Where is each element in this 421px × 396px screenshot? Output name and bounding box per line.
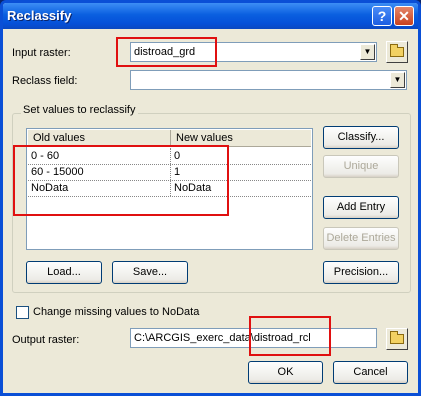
load-button[interactable]: Load...	[26, 261, 102, 284]
column-new-values[interactable]: New values	[176, 132, 233, 144]
chevron-down-icon[interactable]: ▼	[390, 72, 405, 88]
chevron-down-icon[interactable]: ▼	[360, 44, 375, 60]
reclassify-dialog: Reclassify ? ✕ Input raster: distroad_gr…	[0, 0, 421, 396]
unique-button[interactable]: Unique	[323, 155, 399, 178]
group-label: Set values to reclassify	[21, 104, 138, 116]
folder-icon	[390, 331, 404, 344]
input-raster-highlight-box	[116, 37, 217, 67]
change-missing-label[interactable]: Change missing values to NoData	[33, 306, 199, 318]
table-highlight-box	[13, 145, 229, 216]
reclass-field-label: Reclass field:	[12, 75, 78, 87]
reclass-field-dropdown[interactable]: ▼	[130, 70, 407, 90]
folder-icon	[390, 44, 404, 57]
output-raster-browse-button[interactable]	[386, 328, 408, 350]
save-button[interactable]: Save...	[112, 261, 188, 284]
input-raster-label: Input raster:	[12, 47, 71, 59]
title-bar[interactable]: Reclassify ? ✕	[3, 3, 418, 29]
close-button[interactable]: ✕	[394, 6, 414, 26]
ok-button[interactable]: OK	[248, 361, 323, 384]
column-old-values[interactable]: Old values	[33, 132, 85, 144]
output-raster-label: Output raster:	[12, 334, 80, 346]
change-missing-checkbox[interactable]	[16, 306, 29, 319]
add-entry-button[interactable]: Add Entry	[323, 196, 399, 219]
precision-button[interactable]: Precision...	[323, 261, 399, 284]
classify-button[interactable]: Classify...	[323, 126, 399, 149]
close-icon: ✕	[398, 8, 410, 24]
delete-entries-button[interactable]: Delete Entries	[323, 227, 399, 250]
window-title: Reclassify	[7, 8, 72, 23]
output-raster-highlight-box	[249, 316, 331, 356]
cancel-button[interactable]: Cancel	[333, 361, 408, 384]
question-icon: ?	[377, 8, 387, 24]
help-button[interactable]: ?	[372, 6, 392, 26]
input-raster-browse-button[interactable]	[386, 41, 408, 63]
